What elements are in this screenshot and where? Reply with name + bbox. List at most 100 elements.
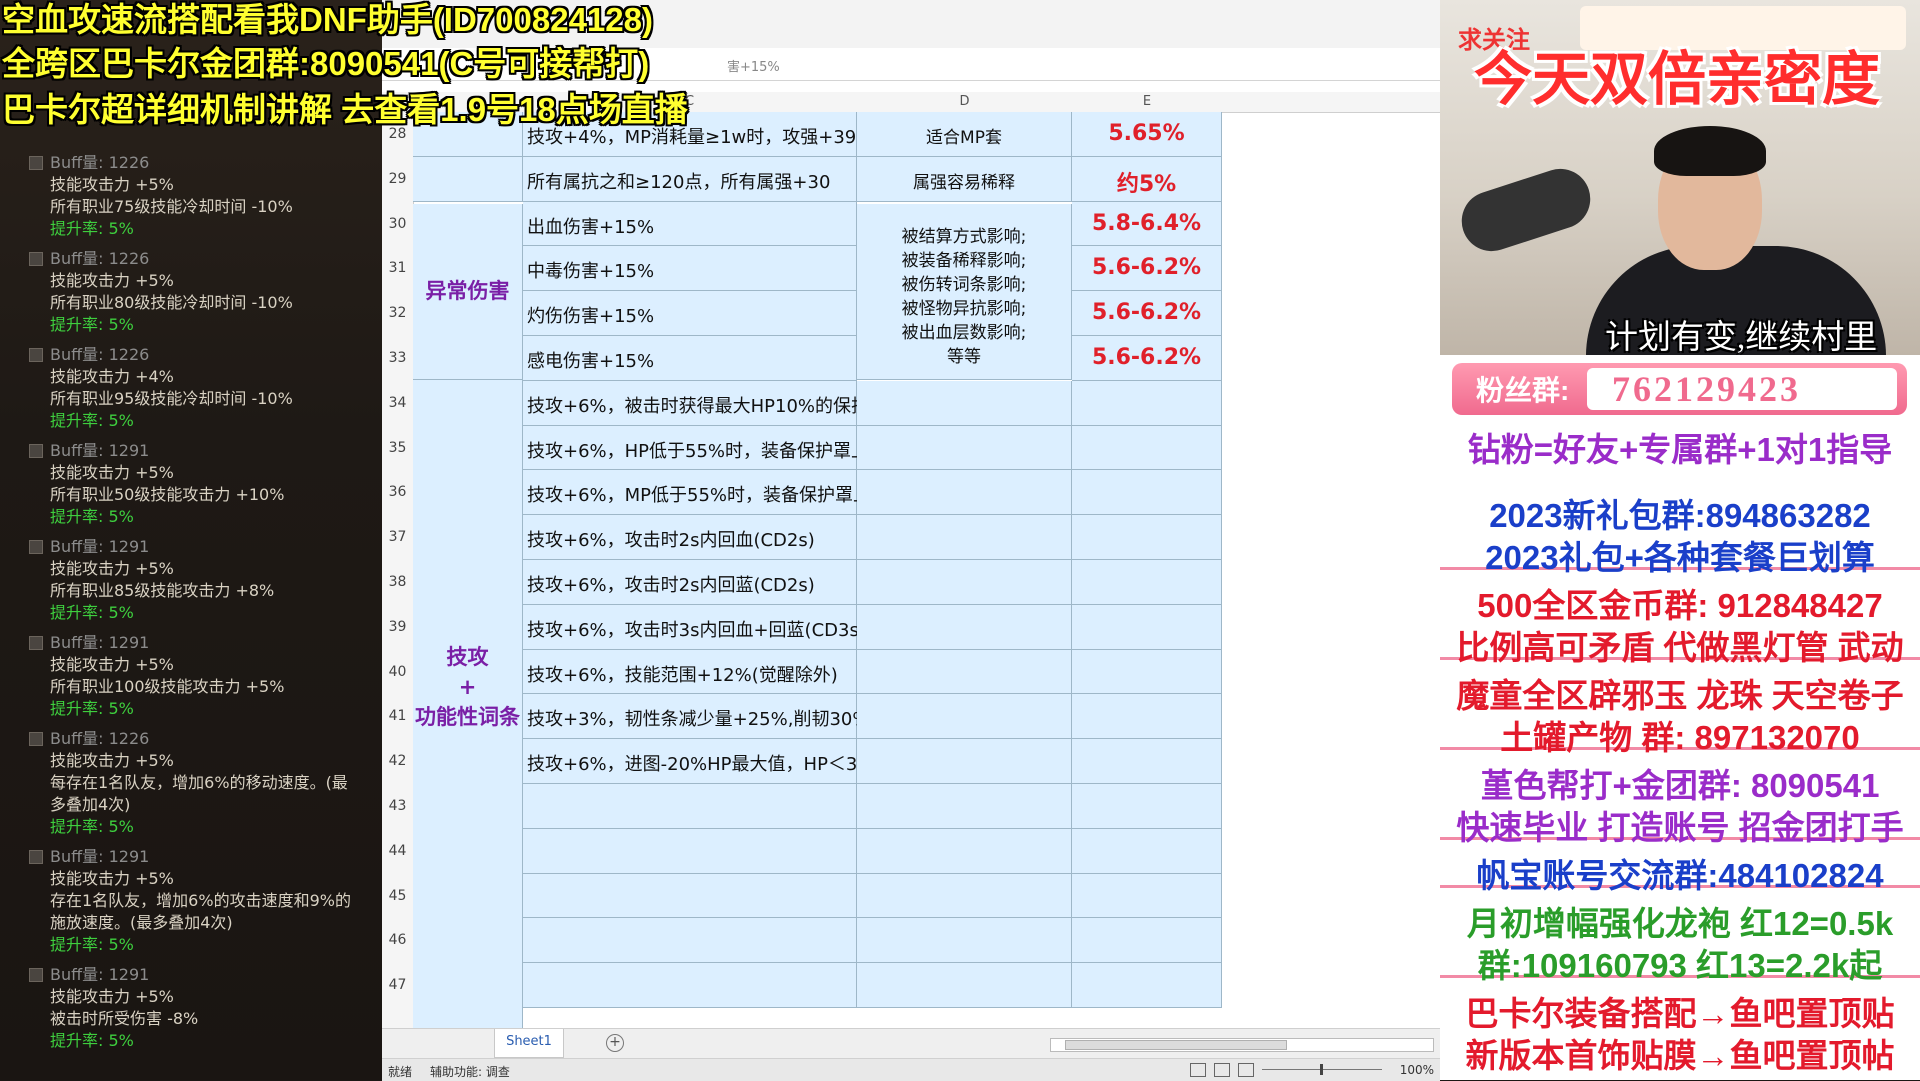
sheet-tab-sheet1[interactable]: Sheet1 bbox=[494, 1029, 564, 1058]
cell-d[interactable] bbox=[857, 694, 1072, 740]
row-number[interactable]: 47 bbox=[382, 977, 413, 993]
row-number[interactable]: 44 bbox=[382, 843, 413, 859]
normal-view-icon[interactable] bbox=[1190, 1063, 1206, 1077]
column-header-d[interactable]: D bbox=[857, 94, 1072, 109]
row-number[interactable]: 40 bbox=[382, 664, 413, 680]
cell-e[interactable] bbox=[1072, 470, 1222, 516]
cell-c[interactable] bbox=[523, 918, 857, 964]
scrollbar-thumb[interactable] bbox=[1065, 1040, 1287, 1050]
note-cell-dilution[interactable]: 被结算方式影响; 被装备稀释影响; 被伤转词条影响; 被怪物异抗影响; 被出血层… bbox=[857, 204, 1072, 380]
row-number[interactable]: 29 bbox=[382, 171, 413, 187]
cell-d[interactable] bbox=[857, 604, 1072, 650]
cell-d[interactable]: 适合MP套 bbox=[857, 112, 1072, 157]
cell-d[interactable] bbox=[857, 918, 1072, 964]
cell-d[interactable] bbox=[857, 739, 1072, 784]
cell-c[interactable]: 感电伤害+15% bbox=[523, 336, 857, 381]
cell-c[interactable]: 技攻+6%，攻击时2s内回血(CD2s) bbox=[523, 515, 857, 560]
cell-c[interactable] bbox=[523, 784, 857, 829]
cell-c[interactable]: 技攻+3%，韧性条减少量+25%,削韧30%+3%技攻 bbox=[523, 694, 949, 740]
cell-b[interactable] bbox=[413, 156, 523, 202]
cell-d[interactable] bbox=[857, 963, 1072, 1008]
cell-d[interactable] bbox=[857, 470, 1072, 516]
row-number[interactable]: 43 bbox=[382, 798, 413, 814]
cell-e[interactable] bbox=[1072, 739, 1222, 784]
cell-d[interactable] bbox=[857, 425, 1072, 471]
row-number[interactable]: 46 bbox=[382, 932, 413, 948]
row-number[interactable]: 42 bbox=[382, 753, 413, 769]
row-number[interactable]: 33 bbox=[382, 350, 413, 366]
row-number[interactable]: 36 bbox=[382, 484, 413, 500]
cell-d[interactable]: 属强容易稀释 bbox=[857, 156, 1072, 202]
buff-entry[interactable]: Buff量: 1226 技能攻击力 +5% 所有职业75级技能冷却时间 -10% 提升… bbox=[0, 150, 382, 246]
page-break-icon[interactable] bbox=[1238, 1063, 1254, 1077]
row-number[interactable]: 30 bbox=[382, 216, 413, 232]
cell-e[interactable] bbox=[1072, 560, 1222, 605]
cell-e[interactable] bbox=[1072, 649, 1222, 695]
row-number[interactable]: 31 bbox=[382, 260, 413, 276]
buff-checkbox[interactable] bbox=[29, 444, 43, 458]
cell-c[interactable] bbox=[523, 828, 857, 874]
cell-e[interactable]: 5.6-6.2% bbox=[1072, 246, 1222, 292]
cell-d[interactable] bbox=[857, 649, 1072, 695]
group-cell-abnormal-damage[interactable]: 异常伤害 bbox=[413, 204, 523, 380]
buff-checkbox[interactable] bbox=[29, 636, 43, 650]
cell-e[interactable]: 5.8-6.4% bbox=[1072, 201, 1222, 247]
add-sheet-icon[interactable]: + bbox=[606, 1034, 624, 1052]
cell-e[interactable] bbox=[1072, 784, 1222, 829]
page-layout-icon[interactable] bbox=[1214, 1063, 1230, 1077]
row-number[interactable]: 34 bbox=[382, 395, 413, 411]
cell-c[interactable]: 技攻+6%，进图-20%HP最大值，HP＜35%+15移速 bbox=[523, 739, 960, 784]
cell-e[interactable] bbox=[1072, 515, 1222, 560]
buff-entry[interactable]: Buff量: 1226 技能攻击力 +4% 所有职业95级技能冷却时间 -10% 提升… bbox=[0, 342, 382, 438]
cell-d[interactable] bbox=[857, 560, 1072, 605]
cell-e[interactable]: 5.65% bbox=[1072, 112, 1222, 157]
horizontal-scrollbar[interactable] bbox=[1050, 1038, 1434, 1052]
cell-d[interactable] bbox=[857, 828, 1072, 874]
column-header-e[interactable]: E bbox=[1072, 94, 1222, 109]
cell-c[interactable] bbox=[523, 963, 857, 1008]
cell-c[interactable]: 中毒伤害+15% bbox=[523, 246, 857, 292]
row-number[interactable]: 41 bbox=[382, 708, 413, 724]
cell-e[interactable] bbox=[1072, 425, 1222, 471]
zoom-level[interactable]: 100% bbox=[1400, 1063, 1434, 1077]
cell-e[interactable] bbox=[1072, 918, 1222, 964]
buff-checkbox[interactable] bbox=[29, 252, 43, 266]
cell-d[interactable] bbox=[857, 873, 1072, 919]
cell-e[interactable] bbox=[1072, 873, 1222, 919]
cell-e[interactable]: 5.6-6.2% bbox=[1072, 336, 1222, 381]
buff-entry[interactable]: Buff量: 1226 技能攻击力 +5% 每存在1名队友，增加6%的移动速度。(最… bbox=[0, 726, 382, 844]
buff-entry[interactable]: Buff量: 1226 技能攻击力 +5% 所有职业80级技能冷却时间 -10% 提升… bbox=[0, 246, 382, 342]
buff-checkbox[interactable] bbox=[29, 540, 43, 554]
row-number[interactable]: 45 bbox=[382, 888, 413, 904]
cell-d[interactable] bbox=[857, 515, 1072, 560]
row-number[interactable]: 38 bbox=[382, 574, 413, 590]
buff-entry[interactable]: Buff量: 1291 技能攻击力 +5% 存在1名队友，增加6%的攻击速度和9%的… bbox=[0, 844, 382, 962]
row-number[interactable]: 39 bbox=[382, 619, 413, 635]
buff-entry[interactable]: Buff量: 1291 技能攻击力 +5% 被击时所受伤害 -8% 提升率: 5% bbox=[0, 962, 382, 1058]
accessibility-status[interactable]: 辅助功能: 调查 bbox=[430, 1063, 510, 1080]
buff-checkbox[interactable] bbox=[29, 156, 43, 170]
cell-c[interactable]: 技攻+6%，技能范围+12%(觉醒除外) bbox=[523, 649, 857, 695]
buff-entry[interactable]: Buff量: 1291 技能攻击力 +5% 所有职业100级技能攻击力 +5% 提升率… bbox=[0, 630, 382, 726]
cell-c[interactable]: 技攻+6%，MP低于55%时，装备保护罩上限+10% bbox=[523, 470, 944, 516]
buff-checkbox[interactable] bbox=[29, 348, 43, 362]
row-number[interactable]: 37 bbox=[382, 529, 413, 545]
zoom-slider-knob[interactable] bbox=[1320, 1064, 1323, 1075]
buff-entry[interactable]: Buff量: 1291 技能攻击力 +5% 所有职业50级技能攻击力 +10% 提升率… bbox=[0, 438, 382, 534]
buff-entry[interactable]: Buff量: 1291 技能攻击力 +5% 所有职业85级技能攻击力 +8% 提升率:… bbox=[0, 534, 382, 630]
cell-c[interactable] bbox=[523, 873, 857, 919]
formula-content[interactable]: 害+15% bbox=[727, 56, 780, 75]
cell-e[interactable]: 5.6-6.2% bbox=[1072, 291, 1222, 336]
cell-d[interactable] bbox=[857, 784, 1072, 829]
cell-e[interactable] bbox=[1072, 380, 1222, 426]
cell-c[interactable]: 技攻+6%，HP低于55%时，装备保护罩上限+10% bbox=[523, 425, 942, 471]
buff-checkbox[interactable] bbox=[29, 968, 43, 982]
group-cell-skill-attack[interactable]: 技攻 + 功能性词条 bbox=[413, 380, 523, 1035]
cell-e[interactable] bbox=[1072, 604, 1222, 650]
cell-c[interactable]: 灼伤伤害+15% bbox=[523, 291, 857, 336]
cell-grid[interactable]: 28 29 30 31 32 33 34 35 36 37 38 39 40 41 42 43 44 45 46 47… bbox=[382, 112, 1440, 1035]
cell-c[interactable]: 所有属抗之和≥120点，所有属强+30 bbox=[523, 156, 857, 202]
cell-e[interactable] bbox=[1072, 694, 1222, 740]
cell-e[interactable] bbox=[1072, 828, 1222, 874]
cell-d[interactable] bbox=[857, 380, 1072, 426]
